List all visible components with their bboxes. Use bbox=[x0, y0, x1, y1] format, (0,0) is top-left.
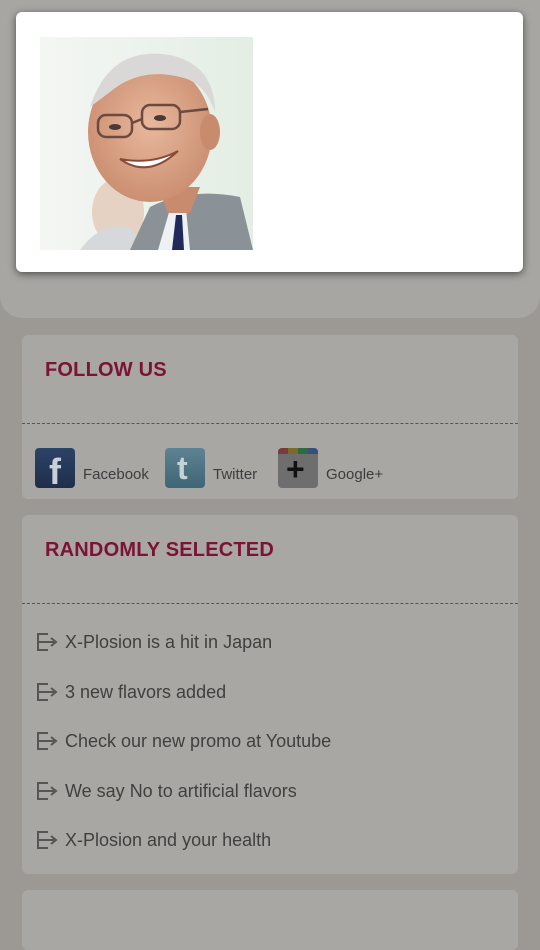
list-item[interactable]: X-Plosion and your health bbox=[34, 828, 271, 852]
list-item-label: X-Plosion and your health bbox=[65, 829, 272, 850]
facebook-label: Facebook bbox=[83, 466, 149, 483]
list-item-label: X-Plosion is a hit in Japan bbox=[65, 631, 273, 652]
twitter-label: Twitter bbox=[213, 466, 258, 483]
twitter-link[interactable]: t Twitter bbox=[165, 448, 257, 488]
list-item[interactable]: 3 new flavors added bbox=[34, 680, 226, 704]
randomly-selected-title: RANDOMLY SELECTED bbox=[45, 539, 274, 561]
google-plus-link[interactable]: + Google+ bbox=[278, 448, 383, 488]
exit-arrow-icon bbox=[34, 680, 62, 704]
google-plus-label: Google+ bbox=[326, 466, 384, 483]
exit-arrow-icon bbox=[34, 729, 62, 753]
divider bbox=[22, 423, 518, 424]
follow-us-title: FOLLOW US bbox=[45, 359, 167, 381]
exit-arrow-icon bbox=[34, 779, 62, 803]
list-item-label: 3 new flavors added bbox=[65, 681, 227, 702]
list-item[interactable]: X-Plosion is a hit in Japan bbox=[34, 630, 272, 654]
facebook-link[interactable]: f Facebook bbox=[35, 448, 149, 488]
exit-arrow-icon bbox=[34, 630, 62, 654]
list-item-label: We say No to artificial flavors bbox=[65, 780, 297, 801]
list-item-label: Check our new promo at Youtube bbox=[65, 730, 332, 751]
google-plus-icon: + bbox=[278, 448, 318, 488]
facebook-icon: f bbox=[35, 448, 75, 488]
image-popup[interactable] bbox=[16, 12, 523, 272]
portrait-photo bbox=[40, 37, 253, 250]
exit-arrow-icon bbox=[34, 828, 62, 852]
divider bbox=[22, 603, 518, 604]
twitter-icon: t bbox=[165, 448, 205, 488]
list-item[interactable]: Check our new promo at Youtube bbox=[34, 729, 331, 753]
list-item[interactable]: We say No to artificial flavors bbox=[34, 779, 297, 803]
next-panel bbox=[22, 890, 518, 950]
